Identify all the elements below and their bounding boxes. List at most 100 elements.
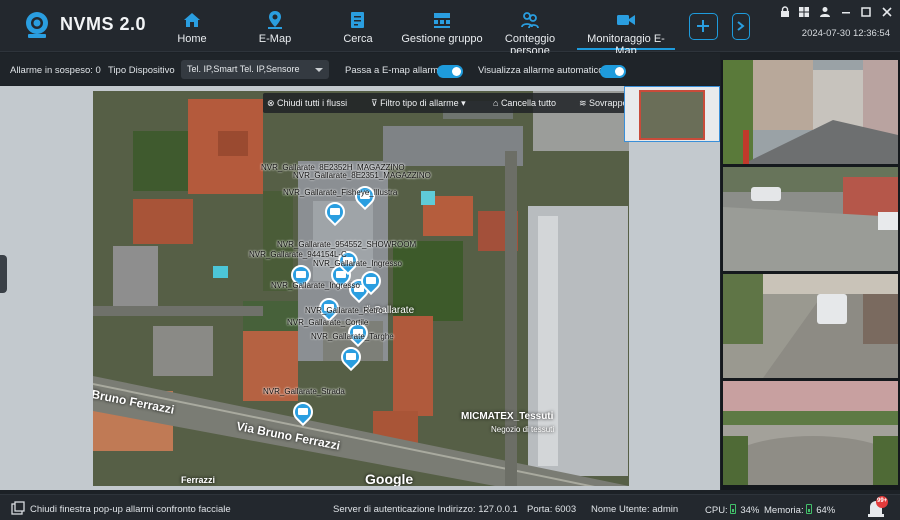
home-icon — [184, 13, 200, 27]
plus-icon — [697, 20, 709, 32]
close-popup-label[interactable]: Chiudi finestra pop-up allarmi confronto… — [30, 504, 231, 515]
next-tabs-button[interactable] — [732, 13, 750, 40]
alarm-filter-bar: Allarme in sospeso: 0 Tipo Dispositivo T… — [0, 53, 720, 85]
camera-pin[interactable] — [356, 266, 386, 297]
group-icon — [434, 13, 450, 28]
device-type-label: Tipo Dispositivo — [108, 65, 175, 76]
camera-feed-image — [723, 381, 898, 485]
memory-gauge-icon — [806, 504, 813, 514]
video-camera-icon — [330, 208, 340, 215]
nav-emap-label: E-Map — [258, 33, 292, 45]
nav-search[interactable]: Cerca — [338, 6, 378, 50]
alarm-notification-button[interactable]: 99+ — [866, 496, 888, 518]
business-label: MICMATEX_Tessuti — [461, 411, 554, 422]
cpu-value: 34% — [740, 505, 760, 516]
nav-home[interactable]: Home — [172, 6, 212, 50]
camera-pin[interactable] — [336, 342, 366, 373]
business-sublabel: Negozio di tessuti — [491, 425, 555, 434]
camera-label: NVR_Gallarate_Ingresso — [271, 281, 360, 290]
add-tab-button[interactable] — [689, 13, 718, 40]
maximize-icon[interactable] — [860, 6, 872, 18]
street-label-ferrazzi-small: Ferrazzi — [181, 475, 216, 485]
nav-search-label: Cerca — [343, 33, 373, 45]
nav-group-management[interactable]: Gestione gruppo — [401, 6, 483, 50]
port: Porta: 6003 — [527, 504, 577, 515]
pending-alarms: Allarme in sospeso: 0 — [10, 65, 101, 76]
camera-label: NVR_Gallarate_944154L-C — [249, 250, 347, 259]
username: Nome Utente: admin — [591, 504, 679, 515]
alarm-type-filter-button[interactable]: ⊽ Filtro tipo di allarme ▾ — [371, 98, 466, 109]
camera-feed-image — [723, 167, 898, 271]
nvms-logo-icon — [26, 12, 48, 38]
camera-label: NVR_Gallarate_Ingresso — [313, 259, 402, 268]
auth-server: Server di autenticazione Indirizzo: 127.… — [333, 504, 518, 515]
close-all-streams-button[interactable]: ⊗ Chiudi tutti i flussi — [267, 98, 347, 109]
grid-icon[interactable] — [798, 6, 810, 18]
cpu-gauge-icon — [730, 504, 737, 514]
camera-label: NVR_Gallarate_Strada — [263, 387, 345, 396]
memory-label: Memoria: — [764, 505, 804, 516]
lock-icon[interactable] — [779, 6, 791, 18]
auto-show-label: Visualizza allarme automatico — [478, 65, 604, 76]
camera-feed-image — [723, 60, 898, 164]
camera-feed-tile[interactable] — [723, 274, 898, 378]
memory-usage: Memoria: 64% — [764, 504, 835, 516]
cpu-usage: CPU: 34% — [705, 504, 759, 516]
camera-label: NVR_Gallarate_8E2351_MAGAZZINO — [293, 171, 431, 180]
user-icon[interactable] — [819, 6, 831, 18]
clear-all-label: Cancella tutto — [500, 98, 556, 108]
overlay-label: Sovrapposto — [589, 98, 629, 108]
camera-feed-tile[interactable] — [723, 381, 898, 485]
map-toolbar: ⊗ Chiudi tutti i flussi ⊽ Filtro tipo di… — [263, 93, 629, 113]
side-panel-handle[interactable] — [0, 255, 7, 293]
nvms-window: NVMS 2.0 Home E-Map Cerca Gestione grupp… — [0, 0, 900, 520]
camera-label: NVR_Gallarate_Fisheye_Illustra — [283, 188, 398, 197]
map-overview-thumbnail[interactable] — [624, 86, 720, 142]
auto-show-toggle[interactable] — [600, 65, 626, 78]
status-bar: Chiudi finestra pop-up allarmi confronto… — [0, 494, 900, 520]
people-count-icon — [521, 12, 539, 29]
minimize-icon[interactable] — [840, 6, 852, 18]
camera-pin[interactable] — [320, 197, 350, 228]
overlay-button[interactable]: ≋ Sovrapposto — [579, 98, 629, 109]
search-doc-icon — [351, 12, 364, 28]
popup-window-icon[interactable] — [11, 501, 25, 515]
camera-feed-tile[interactable] — [723, 167, 898, 271]
app-brand: NVMS 2.0 — [60, 14, 147, 34]
nav-emap[interactable]: E-Map — [255, 6, 295, 50]
top-navigation-bar: NVMS 2.0 Home E-Map Cerca Gestione grupp… — [0, 0, 900, 57]
video-camera-icon — [298, 408, 308, 415]
nav-emap-monitoring[interactable]: Monitoraggio E-Map — [577, 6, 675, 57]
nav-home-label: Home — [177, 33, 207, 45]
emap-switch-toggle[interactable] — [437, 65, 463, 78]
alarm-count-badge: 99+ — [877, 498, 888, 504]
google-attribution: Google — [365, 471, 414, 486]
camera-feed-image — [723, 274, 898, 378]
camera-label: NVR_Gallarate_954552_SHOWROOM — [277, 240, 417, 249]
chevron-right-icon — [737, 21, 745, 31]
video-camera-icon — [617, 15, 635, 25]
camera-feed-column — [721, 60, 900, 490]
nav-people-count[interactable]: Conteggio persone — [486, 6, 574, 57]
close-icon[interactable] — [881, 6, 893, 18]
video-camera-icon — [366, 277, 376, 284]
emap-switch-label: Passa a E-map allarmi — [345, 65, 441, 76]
close-all-streams-label: Chiudi tutti i flussi — [277, 98, 348, 108]
chevron-down-icon — [315, 68, 323, 72]
device-type-value: Tel. IP,Smart Tel. IP,Sensore — [187, 64, 300, 74]
video-camera-icon — [296, 271, 306, 278]
camera-label: NVR_Gallarate_Targhe — [311, 332, 394, 341]
date-time: 2024-07-30 12:36:54 — [801, 28, 890, 39]
memory-value: 64% — [816, 505, 836, 516]
alarm-type-filter-label: Filtro tipo di allarme — [380, 98, 459, 108]
satellite-map[interactable]: Bruno Ferrazzi Via Bruno Ferrazzi Ferraz… — [93, 91, 629, 486]
camera-feed-tile[interactable] — [723, 60, 898, 164]
clear-all-button[interactable]: ⌂ Cancella tutto — [493, 98, 556, 108]
camera-pin[interactable] — [288, 397, 318, 428]
overview-viewport — [639, 90, 705, 140]
device-type-select[interactable]: Tel. IP,Smart Tel. IP,Sensore — [181, 60, 329, 79]
map-pin-icon — [268, 11, 282, 29]
cpu-label: CPU: — [705, 505, 728, 516]
camera-label: NVR_Gallarate_Cortile — [287, 318, 369, 327]
nav-group-management-label: Gestione gruppo — [401, 33, 483, 45]
